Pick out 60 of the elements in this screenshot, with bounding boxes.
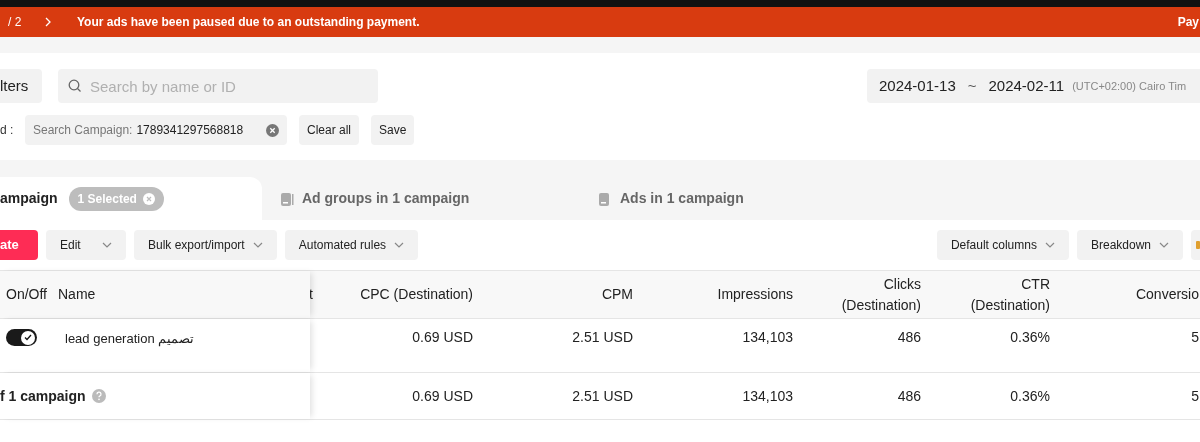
tab[interactable]: Ads in 1 campaign	[598, 177, 898, 220]
chip-value: 1789341297568818	[136, 122, 244, 139]
filters-button[interactable]: lters	[0, 69, 42, 103]
table-cell-text: 486	[897, 386, 921, 406]
chevron-down-icon	[394, 242, 405, 248]
column-header: On/Off	[6, 285, 47, 304]
table-cell-text: 134,103	[742, 327, 793, 347]
applied-label: d :	[0, 122, 15, 139]
search-field[interactable]: Search by name or ID	[58, 69, 378, 103]
start-date: 2024-01-13	[879, 75, 956, 96]
column-header: Conversio	[1135, 285, 1199, 304]
alert-message: Your ads have been paused due to an outstanding payment.	[77, 14, 420, 31]
range-separator: ~	[967, 75, 977, 96]
tab-label: ampaign	[0, 189, 58, 208]
dropdown-button[interactable]: Default columns	[936, 230, 1069, 260]
tab-label: Ad groups in 1 campaign	[302, 189, 470, 208]
table-cell-text: 0.69 USD	[412, 386, 473, 406]
clear-all-button[interactable]: Clear all	[299, 115, 359, 145]
toggle-switch[interactable]	[6, 329, 37, 346]
table-cell-text: 134,103	[742, 386, 793, 406]
search-icon	[68, 79, 82, 93]
dropdown-button[interactable]: Automated rules	[284, 230, 419, 260]
table-cell-text: 0.69 USD	[412, 327, 473, 347]
table-cell-text: 5	[1191, 327, 1199, 347]
column-header: Clicks (Destination)	[840, 274, 921, 315]
column-header: CTR (Destination)	[969, 274, 1050, 315]
dropdown-button[interactable]: Bulk export/import	[134, 230, 277, 260]
chevron-down-icon	[1044, 242, 1055, 248]
table-cell-text: 0.36%	[1010, 327, 1050, 347]
save-button[interactable]: Save	[371, 115, 415, 145]
total-label: f 1 campaign	[0, 386, 86, 406]
end-date: 2024-02-11	[988, 75, 1065, 96]
table-cell-text: 486	[897, 327, 921, 347]
chevron-right-icon[interactable]	[45, 17, 51, 27]
chip-label: Search Campaign:	[33, 122, 133, 139]
dropdown-button[interactable]: Breakdown	[1076, 230, 1183, 260]
tab[interactable]: Ad groups in 1 campaign	[278, 177, 578, 220]
table-cell-text: 0.36%	[1010, 386, 1050, 406]
date-range-picker[interactable]: 2024-01-13 ~ 2024-02-11 (UTC+02:00) Cairo Tim	[867, 69, 1200, 103]
tab-label: Ads in 1 campaign	[620, 189, 744, 208]
dropdown-button[interactable]: Edit	[46, 230, 126, 260]
document-icon	[280, 191, 294, 206]
clear-icon[interactable]	[266, 123, 279, 137]
table-cell-text: 5	[1191, 386, 1199, 406]
pay-link[interactable]: Pay	[1177, 13, 1199, 31]
check-icon	[24, 334, 32, 341]
create-button[interactable]: ate	[0, 230, 38, 260]
table-cell-text: 2.51 USD	[572, 386, 633, 406]
column-header: CPM	[601, 285, 633, 304]
chevron-down-icon	[102, 242, 112, 248]
chevron-down-icon	[252, 242, 263, 248]
chevron-down-icon	[1159, 242, 1169, 248]
column-header: CPC (Destination)	[360, 285, 473, 304]
campaign-name[interactable]: lead generation تصميم	[65, 329, 195, 349]
document-icon	[598, 191, 612, 206]
column-header: Impressions	[717, 285, 793, 304]
timezone-text: (UTC+02:00) Cairo Tim	[1072, 78, 1187, 94]
pager-text: / 2	[8, 14, 23, 31]
column-header: Name	[58, 285, 96, 304]
table-cell-text: 2.51 USD	[572, 327, 633, 347]
